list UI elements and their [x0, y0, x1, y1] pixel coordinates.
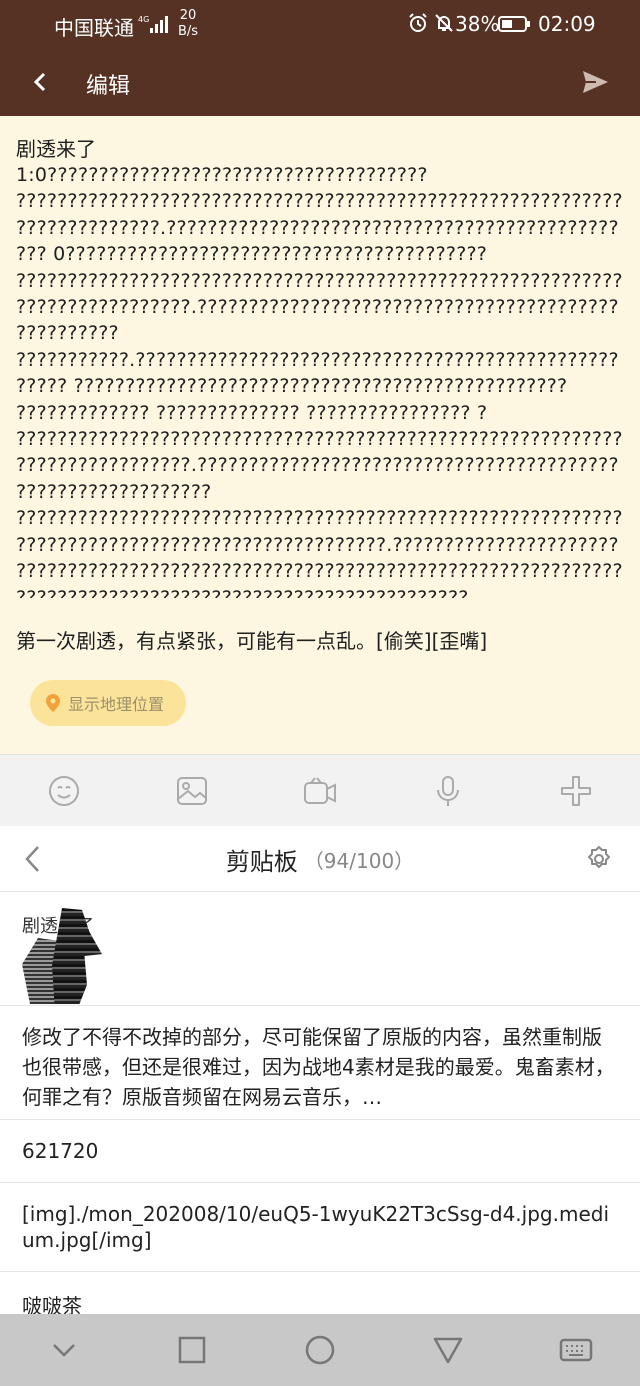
video-button[interactable]	[300, 771, 340, 811]
clipboard-item[interactable]: 修改了不得不改掉的部分，尽可能保留了原版的内容，虽然重制版也很带感，但还是很难过…	[0, 1006, 640, 1120]
plus-icon	[561, 775, 591, 806]
alarm-icon	[409, 13, 427, 32]
clipboard-item-text: 621720	[22, 1139, 99, 1163]
carrier-name: 中国联通	[54, 16, 134, 40]
voice-button[interactable]	[428, 771, 468, 811]
clipboard-header: 剪贴板 （94/100）	[0, 826, 640, 892]
speed-unit: B/s	[178, 24, 199, 39]
battery-percent: 38%	[455, 12, 500, 36]
location-pin-icon	[46, 694, 60, 712]
clipboard-title-wrap: 剪贴板 （94/100）	[0, 826, 640, 892]
network-type: 4G	[138, 15, 149, 24]
compose-toolbar	[0, 754, 640, 826]
speed-value: 20	[179, 8, 197, 23]
clipboard-item-image[interactable]: 剧透来了	[0, 892, 640, 1006]
clipboard-thumbnail: 剧透来了	[22, 908, 122, 1004]
home-icon[interactable]	[303, 1333, 337, 1367]
post-body[interactable]: 1:0?????????????????????????????????????…	[16, 162, 624, 598]
post-note[interactable]: 第一次剧透，有点紧张，可能有一点乱。[偷笑][歪嘴]	[16, 628, 624, 654]
gear-icon[interactable]	[585, 845, 613, 873]
emoji-icon	[49, 775, 79, 806]
image-button[interactable]	[172, 771, 212, 811]
recent-apps-icon[interactable]	[175, 1333, 209, 1367]
show-location-button[interactable]: 显示地理位置	[30, 680, 186, 726]
network-speed: 20 B/s	[178, 8, 198, 40]
thumbnail-glitch-dark	[52, 908, 102, 1004]
clipboard-item-text: 修改了不得不改掉的部分，尽可能保留了原版的内容，虽然重制版也很带感，但还是很难过…	[22, 1025, 615, 1109]
clipboard-item-text: [img]./mon_202008/10/euQ5-1wyuK22T3cSsg-…	[22, 1202, 610, 1252]
video-icon	[304, 776, 336, 804]
clipboard-title: 剪贴板	[225, 847, 298, 876]
emoji-button[interactable]	[44, 771, 84, 811]
clipboard-panel: 剪贴板 （94/100） 剧透来了 修改了不得不改掉的部分，尽可能保留了原版的内…	[0, 826, 640, 1318]
nav-back-icon[interactable]	[431, 1333, 465, 1367]
hide-keyboard-icon[interactable]	[47, 1333, 81, 1367]
more-button[interactable]	[556, 771, 596, 811]
post-editor[interactable]: 剧透来了 1:0????????????????????????????????…	[0, 116, 640, 754]
system-nav-bar	[0, 1314, 640, 1386]
mute-bell-icon	[435, 14, 453, 32]
page-title: 编辑	[86, 74, 131, 99]
clipboard-count: （94/100）	[303, 848, 415, 873]
show-location-label: 显示地理位置	[68, 695, 165, 714]
app-header: 编辑	[0, 48, 640, 116]
battery-icon	[498, 16, 530, 32]
microphone-icon	[437, 775, 459, 806]
status-bar: 中国联通 4G 20 B/s 38% 02:09	[0, 0, 640, 48]
clipboard-item[interactable]: 621720	[0, 1120, 640, 1183]
image-icon	[177, 776, 207, 805]
signal-icon: 4G	[138, 15, 168, 33]
clipboard-item[interactable]: [img]./mon_202008/10/euQ5-1wyuK22T3cSsg-…	[0, 1183, 640, 1272]
clock: 02:09	[538, 12, 596, 36]
send-icon[interactable]	[580, 68, 610, 96]
back-icon[interactable]	[28, 68, 52, 96]
post-title[interactable]: 剧透来了	[16, 136, 624, 162]
keyboard-icon[interactable]	[559, 1333, 593, 1367]
